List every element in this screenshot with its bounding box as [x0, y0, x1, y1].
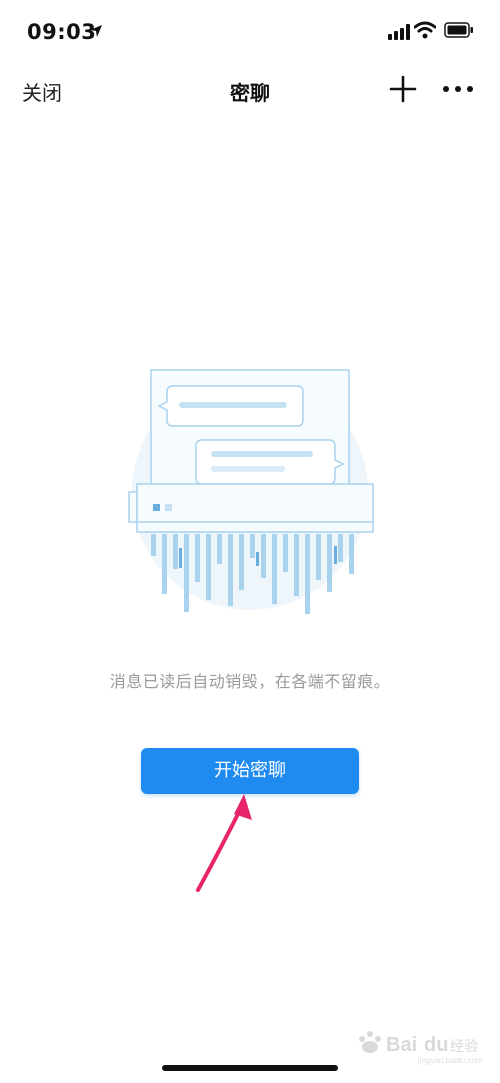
more-icon[interactable]	[442, 75, 474, 103]
message-shredder-illustration	[128, 369, 374, 614]
svg-text:Bai: Bai	[386, 1034, 417, 1056]
plus-icon[interactable]	[389, 75, 417, 103]
svg-text:jingyan.baidu.com: jingyan.baidu.com	[417, 1056, 483, 1065]
status-time: 09:03	[27, 20, 97, 44]
location-arrow-icon	[90, 25, 102, 37]
page-title: 密聊	[230, 81, 270, 105]
battery-icon	[444, 22, 473, 38]
signal-icon	[388, 24, 410, 40]
wifi-icon	[414, 21, 436, 39]
home-indicator[interactable]	[162, 1065, 338, 1071]
status-bar: 09:03	[0, 0, 500, 62]
nav-bar: 关闭 密聊	[0, 62, 500, 118]
pointer-arrow-icon	[196, 794, 252, 892]
svg-text:经验: 经验	[450, 1039, 478, 1055]
description-text: 消息已读后自动销毁，在各端不留痕。	[109, 672, 391, 691]
baidu-watermark-logo: Bai du 经验 jingyan.baidu.com	[359, 1031, 483, 1065]
svg-text:du: du	[424, 1034, 448, 1056]
